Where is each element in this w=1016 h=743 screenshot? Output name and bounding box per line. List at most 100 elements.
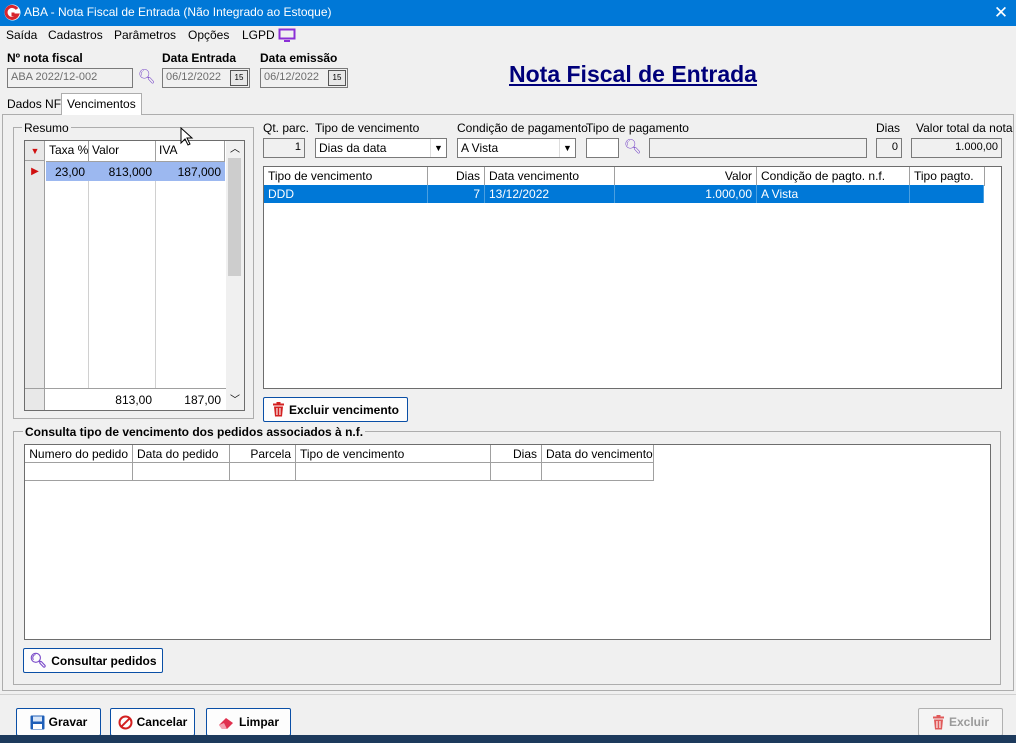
taskbar-strip bbox=[0, 735, 1016, 743]
app-logo-icon bbox=[4, 4, 21, 21]
grid-divider bbox=[490, 463, 491, 481]
col-data-vencimento: Data vencimento bbox=[485, 167, 615, 186]
cell-valor: 813,000 bbox=[108, 165, 152, 179]
data-emissao-label: Data emissão bbox=[260, 51, 338, 65]
eraser-icon bbox=[218, 717, 233, 729]
grid-divider bbox=[155, 162, 156, 388]
cell-tipo-pagto bbox=[910, 185, 984, 203]
col-numero-pedido: Numero do pedido bbox=[25, 445, 133, 463]
tipo-pagamento-label: Tipo de pagamento bbox=[586, 121, 689, 135]
tab-active-joint bbox=[62, 113, 134, 115]
col-data-do-vencimento: Data do vencimento bbox=[542, 445, 654, 463]
trash-icon bbox=[932, 714, 944, 729]
tipo-vencimento-select[interactable]: Dias da data bbox=[315, 138, 447, 158]
limpar-label: Limpar bbox=[238, 715, 279, 729]
grid-divider bbox=[541, 463, 542, 481]
qt-parc-label: Qt. parc. bbox=[263, 121, 310, 135]
grid-indicator-column bbox=[25, 141, 45, 410]
dias-label: Dias bbox=[876, 121, 901, 135]
gravar-label: Gravar bbox=[48, 715, 88, 729]
excluir-label: Excluir bbox=[948, 715, 990, 729]
mouse-cursor-icon bbox=[180, 127, 194, 146]
grid-divider bbox=[229, 463, 230, 481]
menu-opcoes[interactable]: Opções bbox=[188, 28, 229, 42]
tipo-vencimento-label: Tipo de vencimento bbox=[315, 121, 420, 135]
search-icon: 🔍︎ bbox=[29, 652, 48, 668]
menu-parametros[interactable]: Parâmetros bbox=[114, 28, 176, 42]
tipo-pagamento-description bbox=[649, 138, 867, 158]
cell-dias: 7 bbox=[428, 185, 485, 203]
excluir-vencimento-label: Excluir vencimento bbox=[288, 402, 400, 417]
monitor-icon[interactable] bbox=[278, 28, 296, 43]
calendar-emissao-icon[interactable]: 15 bbox=[328, 70, 346, 86]
menu-lgpd[interactable]: LGPD bbox=[242, 28, 275, 42]
table-row[interactable] bbox=[25, 463, 654, 481]
excluir-button[interactable]: Excluir bbox=[918, 708, 1003, 736]
col-dias: Dias bbox=[428, 167, 485, 186]
calendar-entrada-icon[interactable]: 15 bbox=[230, 70, 248, 86]
chevron-down-icon[interactable]: ▼ bbox=[430, 139, 446, 157]
chevron-down-icon[interactable]: ▼ bbox=[559, 139, 575, 157]
qt-parc-input[interactable]: 1 bbox=[263, 138, 305, 158]
page-title: Nota Fiscal de Entrada bbox=[509, 61, 757, 87]
col-taxa: Taxa % bbox=[46, 141, 89, 162]
sort-down-icon[interactable]: ▼ bbox=[25, 141, 45, 161]
row-pointer-icon: ▶ bbox=[31, 166, 39, 177]
condicao-pagamento-value: A Vista bbox=[461, 141, 499, 155]
consultar-pedidos-label: Consultar pedidos bbox=[51, 653, 157, 668]
resumo-title: Resumo bbox=[22, 121, 71, 135]
cell-data: 13/12/2022 bbox=[485, 185, 615, 203]
menu-cadastros[interactable]: Cadastros bbox=[48, 28, 103, 42]
col-tipo-vencimento: Tipo de vencimento bbox=[264, 167, 428, 186]
title-bar: ABA - Nota Fiscal de Entrada (Não Integr… bbox=[0, 0, 1016, 26]
scroll-down-icon[interactable]: ﹀ bbox=[228, 394, 242, 408]
trash-icon bbox=[272, 402, 284, 417]
col-valor: Valor bbox=[89, 141, 156, 162]
cell-tipo: DDD bbox=[264, 185, 428, 203]
consulta-title: Consulta tipo de vencimento dos pedidos … bbox=[23, 425, 366, 439]
cell-condicao: A Vista bbox=[757, 185, 910, 203]
cell-taxa: 23,00 bbox=[54, 165, 85, 179]
nota-fiscal-label: Nº nota fiscal bbox=[7, 51, 83, 65]
grid-divider bbox=[132, 463, 133, 481]
col-tipo-pagto: Tipo pagto. bbox=[910, 167, 985, 186]
save-icon bbox=[30, 715, 45, 729]
cancelar-button[interactable]: Cancelar bbox=[110, 708, 195, 736]
dias-input[interactable]: 0 bbox=[876, 138, 902, 158]
col-condicao-pagto: Condição de pagto. n.f. bbox=[757, 167, 910, 186]
totals-divider bbox=[25, 388, 226, 389]
cancelar-label: Cancelar bbox=[136, 715, 188, 729]
col-parcela: Parcela bbox=[230, 445, 296, 463]
valor-total-label: Valor total da nota bbox=[916, 121, 1013, 135]
close-icon[interactable]: ✕ bbox=[990, 2, 1012, 24]
tab-dados-nf[interactable]: Dados NF bbox=[2, 94, 66, 114]
gravar-button[interactable]: Gravar bbox=[16, 708, 101, 736]
grid-divider bbox=[88, 162, 89, 388]
cell-valor: 1.000,00 bbox=[615, 185, 757, 203]
data-entrada-label: Data Entrada bbox=[162, 51, 237, 65]
tab-vencimentos[interactable]: Vencimentos bbox=[61, 93, 142, 115]
col-data-pedido: Data do pedido bbox=[133, 445, 230, 463]
window-title: ABA - Nota Fiscal de Entrada (Não Integr… bbox=[24, 5, 332, 19]
tipo-vencimento-value: Dias da data bbox=[319, 141, 387, 155]
col-valor: Valor bbox=[615, 167, 757, 186]
nota-fiscal-input[interactable]: ABA 2022/12-002 bbox=[7, 68, 133, 88]
footer-divider bbox=[0, 694, 1016, 695]
cell-iva: 187,000 bbox=[177, 165, 221, 179]
valor-total-input: 1.000,00 bbox=[911, 138, 1002, 158]
col-tipo-vencimento: Tipo de vencimento bbox=[296, 445, 491, 463]
scroll-up-icon[interactable]: ︿ bbox=[228, 143, 242, 157]
search-nota-icon[interactable]: 🔍︎ bbox=[138, 68, 156, 85]
scroll-thumb[interactable] bbox=[228, 158, 241, 276]
menu-saida[interactable]: Saída bbox=[6, 28, 37, 42]
condicao-pagamento-label: Condição de pagamento bbox=[457, 121, 588, 135]
search-tipo-pagamento-icon[interactable]: 🔍︎ bbox=[624, 138, 642, 155]
limpar-button[interactable]: Limpar bbox=[206, 708, 291, 736]
excluir-vencimento-button[interactable]: Excluir vencimento bbox=[263, 397, 408, 422]
total-iva: 187,00 bbox=[184, 393, 221, 407]
total-valor: 813,00 bbox=[115, 393, 152, 407]
tipo-pagamento-input[interactable] bbox=[586, 138, 619, 158]
consultar-pedidos-button[interactable]: 🔍︎ Consultar pedidos bbox=[23, 648, 163, 673]
col-dias: Dias bbox=[491, 445, 542, 463]
cancel-icon bbox=[118, 715, 133, 729]
